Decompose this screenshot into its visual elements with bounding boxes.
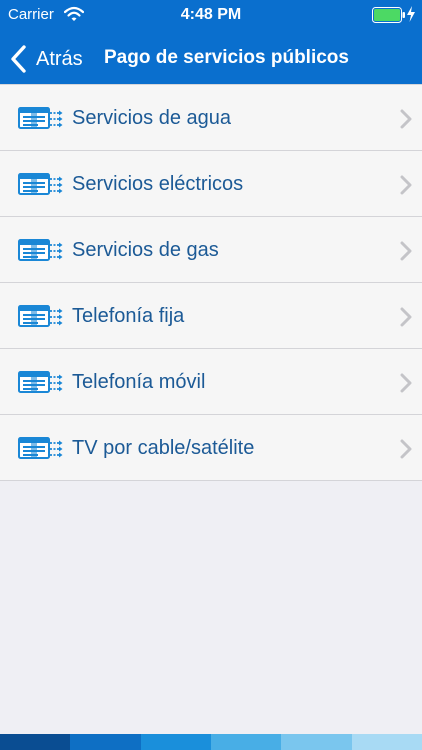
- bill-transfer-icon: [18, 173, 64, 195]
- battery-icon: [372, 7, 406, 23]
- bill-transfer-icon: [18, 437, 64, 459]
- back-label: Atrás: [36, 48, 83, 70]
- service-label: Telefonía fija: [72, 305, 185, 327]
- bill-transfer-icon: [18, 371, 64, 393]
- chevron-right-icon: [399, 373, 413, 393]
- chevron-right-icon: [399, 439, 413, 459]
- service-row-2[interactable]: Servicios eléctricos: [0, 151, 422, 217]
- service-label: Telefonía móvil: [72, 371, 206, 393]
- service-row-6[interactable]: TV por cable/satélite: [0, 415, 422, 481]
- status-bar: Carrier 4:48 PM: [0, 0, 422, 30]
- navigation-bar: Atrás Pago de servicios públicos: [0, 36, 422, 80]
- chevron-right-icon: [399, 307, 413, 327]
- service-row-5[interactable]: Telefonía móvil: [0, 349, 422, 415]
- strip-segment-2: [70, 734, 141, 750]
- charging-bolt-icon: [406, 6, 416, 22]
- service-row-3[interactable]: Servicios de gas: [0, 217, 422, 283]
- chevron-left-icon: [10, 45, 28, 73]
- service-label: TV por cable/satélite: [72, 437, 255, 459]
- chevron-right-icon: [399, 241, 413, 261]
- back-button[interactable]: Atrás: [10, 40, 100, 76]
- strip-segment-5: [281, 734, 352, 750]
- service-row-4[interactable]: Telefonía fija: [0, 283, 422, 349]
- top-bar: Carrier 4:48 PM Atrás Pago de servicios …: [0, 0, 422, 95]
- strip-segment-1: [0, 734, 71, 750]
- service-label: Servicios de gas: [72, 239, 219, 261]
- service-label: Servicios eléctricos: [72, 173, 244, 195]
- bill-transfer-icon: [18, 107, 64, 129]
- service-list: Servicios de agua Servicios eléctricos S…: [0, 84, 422, 481]
- bottom-color-strip: [0, 734, 422, 750]
- strip-segment-4: [210, 734, 282, 750]
- strip-segment-6: [351, 734, 422, 750]
- service-label: Servicios de agua: [72, 107, 231, 129]
- chevron-right-icon: [399, 175, 413, 195]
- bill-transfer-icon: [18, 239, 64, 261]
- strip-segment-3: [140, 734, 211, 750]
- bill-transfer-icon: [18, 305, 64, 327]
- status-time: 4:48 PM: [180, 6, 242, 23]
- service-row-1[interactable]: Servicios de agua: [0, 85, 422, 151]
- page-title: Pago de servicios públicos: [104, 47, 349, 68]
- chevron-right-icon: [399, 109, 413, 129]
